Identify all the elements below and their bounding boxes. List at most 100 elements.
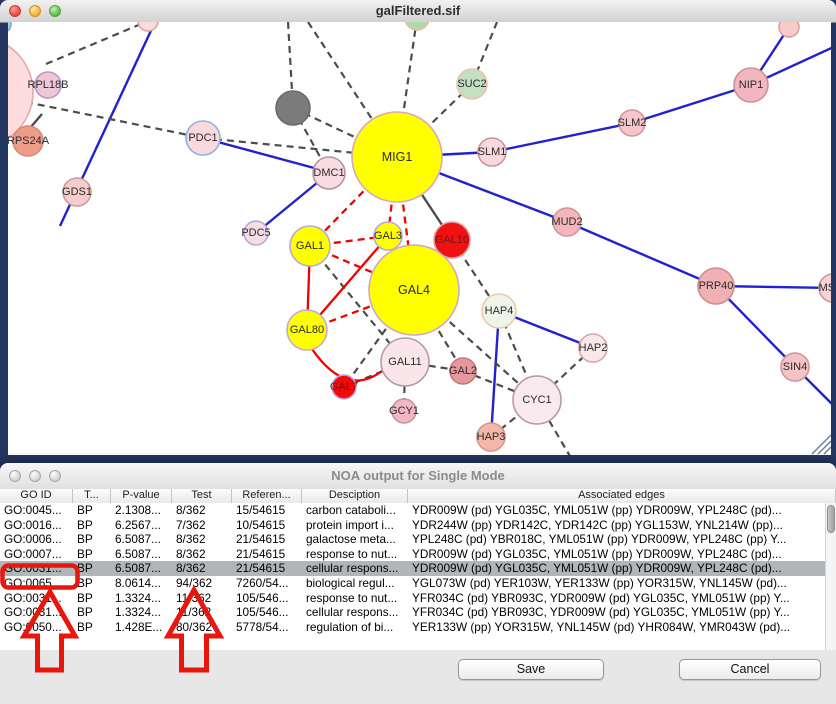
node-GAL11[interactable]: GAL11 xyxy=(381,338,429,386)
node-GAL2[interactable]: GAL2 xyxy=(449,358,477,384)
node-NIP1[interactable]: NIP1 xyxy=(734,68,768,102)
table-cell: carbon cataboli... xyxy=(302,503,408,518)
table-cell: 8/362 xyxy=(172,561,232,576)
node-label: GAL80 xyxy=(290,324,324,336)
table-cell: 8/362 xyxy=(172,503,232,518)
node-PDC1[interactable]: PDC1 xyxy=(186,121,220,155)
column-header-p-value[interactable]: P-value xyxy=(111,489,172,503)
node-label: MSL1 xyxy=(819,282,831,294)
table-cell: BP xyxy=(73,620,111,635)
table-cell: 105/546... xyxy=(232,605,302,620)
table-row[interactable]: GO:0031...BP6.5087...8/36221/54615cellul… xyxy=(0,561,836,576)
column-header-associated-edges[interactable]: Associated edges xyxy=(408,489,836,503)
node-SUC2[interactable]: SUC2 xyxy=(457,69,487,99)
node-label: MIG1 xyxy=(382,150,413,164)
node-GAL3[interactable]: GAL3 xyxy=(374,222,402,250)
table-cell: 1.3324... xyxy=(111,605,172,620)
column-header-go-id[interactable]: GO ID xyxy=(0,489,73,503)
table-cell: BP xyxy=(73,576,111,591)
graph-window-title: galFiltered.sif xyxy=(0,3,836,18)
node-cut-top-right[interactable] xyxy=(779,22,799,37)
table-row[interactable]: GO:0031...BP1.3324...11/362105/546...res… xyxy=(0,591,836,606)
table-row[interactable]: GO:0006...BP6.5087...8/36221/54615galact… xyxy=(0,532,836,547)
node-gray-unlabeled[interactable] xyxy=(276,91,310,125)
node-cut-top-left[interactable] xyxy=(8,22,11,33)
node-label: HAP4 xyxy=(485,305,514,317)
save-button[interactable]: Save xyxy=(458,659,604,680)
node-label: SLM2 xyxy=(618,117,647,129)
node-label: NIP1 xyxy=(739,79,763,91)
table-scrollbar[interactable] xyxy=(825,503,836,650)
table-row[interactable]: GO:0045...BP2.1308...8/36215/54615carbon… xyxy=(0,503,836,518)
node-SIN4[interactable]: SIN4 xyxy=(781,353,809,381)
node-label: GAL7 xyxy=(330,381,358,393)
table-cell: regulation of bi... xyxy=(302,620,408,635)
node-label: SLM1 xyxy=(478,146,507,158)
table-cell: 11/362 xyxy=(172,591,232,606)
table-row[interactable]: GO:0065...BP8.0614...94/3627260/54...bio… xyxy=(0,576,836,591)
network-edge xyxy=(491,311,499,437)
table-row[interactable]: GO:0016...BP6.2567...7/36210/54615protei… xyxy=(0,518,836,533)
table-cell: cellular respons... xyxy=(302,605,408,620)
node-DMC1[interactable]: DMC1 xyxy=(313,157,345,189)
node-label: RPS24A xyxy=(8,135,50,147)
table-cell: 94/362 xyxy=(172,576,232,591)
node-label: PRP40 xyxy=(699,280,734,292)
node-GAL80[interactable]: GAL80 xyxy=(287,310,327,350)
table-cell: 7260/54... xyxy=(232,576,302,591)
table-cell: GO:0031... xyxy=(0,591,73,606)
table-cell: 6.5087... xyxy=(111,532,172,547)
resize-grip-line xyxy=(818,441,831,454)
table-cell: BP xyxy=(73,605,111,620)
node-GAL4[interactable]: GAL4 xyxy=(369,245,459,335)
noa-window-titlebar: NOA output for Single Mode xyxy=(0,463,836,490)
column-header-type[interactable]: T... xyxy=(73,489,111,503)
node-HAP3[interactable]: HAP3 xyxy=(477,423,506,451)
node-CYC1[interactable]: CYC1 xyxy=(513,376,561,424)
table-cell: BP xyxy=(73,503,111,518)
table-cell: 7/362 xyxy=(172,518,232,533)
node-PRP40[interactable]: PRP40 xyxy=(698,268,734,304)
node-MUD2[interactable]: MUD2 xyxy=(551,208,582,236)
table-cell: YDR009W (pd) YGL035C, YML051W (pp) YDR00… xyxy=(408,503,836,518)
node-SLM1[interactable]: SLM1 xyxy=(478,138,507,166)
table-cell: 105/546... xyxy=(232,591,302,606)
node-GAL1[interactable]: GAL1 xyxy=(290,226,330,266)
network-graph: RPL18B RPS24A GDS1 PDC1 DMC1 MIG1 SUC2 SLM1 SLM2… xyxy=(8,22,831,455)
table-cell: BP xyxy=(73,561,111,576)
table-cell: response to nut... xyxy=(302,547,408,562)
table-row[interactable]: GO:0050...BP1.428E...80/3625778/54...reg… xyxy=(0,620,836,635)
node-label: RPL18B xyxy=(28,79,69,91)
node-label: GAL4 xyxy=(398,283,430,297)
table-cell: 6.2567... xyxy=(111,518,172,533)
node-MSL1[interactable]: MSL1 xyxy=(819,274,831,302)
node-SLM2[interactable]: SLM2 xyxy=(618,110,647,136)
table-row[interactable]: GO:0031...BP1.3324...11/362105/546...cel… xyxy=(0,605,836,620)
node-label: DMC1 xyxy=(313,167,344,179)
node-GAL7[interactable]: GAL7 xyxy=(330,375,358,399)
node-HAP4[interactable]: HAP4 xyxy=(482,294,516,328)
node-MIG1[interactable]: MIG1 xyxy=(352,112,442,202)
node-HAP2[interactable]: HAP2 xyxy=(579,334,608,362)
network-canvas[interactable]: RPL18B RPS24A GDS1 PDC1 DMC1 MIG1 SUC2 SLM1 SLM2… xyxy=(8,22,831,455)
table-cell: 21/54615 xyxy=(232,532,302,547)
table-cell: 80/362 xyxy=(172,620,232,635)
node-label: GAL3 xyxy=(374,230,402,242)
node-GDS1[interactable]: GDS1 xyxy=(62,178,92,206)
network-edge xyxy=(567,222,716,286)
column-header-description[interactable]: Desciption xyxy=(302,489,408,503)
table-cell: 21/54615 xyxy=(232,561,302,576)
node-GCY1[interactable]: GCY1 xyxy=(389,399,419,423)
table-row[interactable]: GO:0007...BP6.5087...8/36221/54615respon… xyxy=(0,547,836,562)
node-cut-top-pink[interactable] xyxy=(138,22,158,31)
table-header: GO ID T... P-value Test Referen... Desci… xyxy=(0,489,836,504)
scrollbar-thumb[interactable] xyxy=(827,505,835,533)
column-header-reference[interactable]: Referen... xyxy=(232,489,302,503)
node-label: SIN4 xyxy=(783,361,807,373)
table-cell: 10/54615 xyxy=(232,518,302,533)
table-cell: YDR009W (pd) YGL035C, YML051W (pp) YDR00… xyxy=(408,547,836,562)
table-cell: YDR009W (pd) YGL035C, YML051W (pp) YDR00… xyxy=(408,561,836,576)
cancel-button[interactable]: Cancel xyxy=(679,659,821,680)
column-header-test[interactable]: Test xyxy=(172,489,232,503)
node-cut-top-green[interactable] xyxy=(405,22,429,30)
